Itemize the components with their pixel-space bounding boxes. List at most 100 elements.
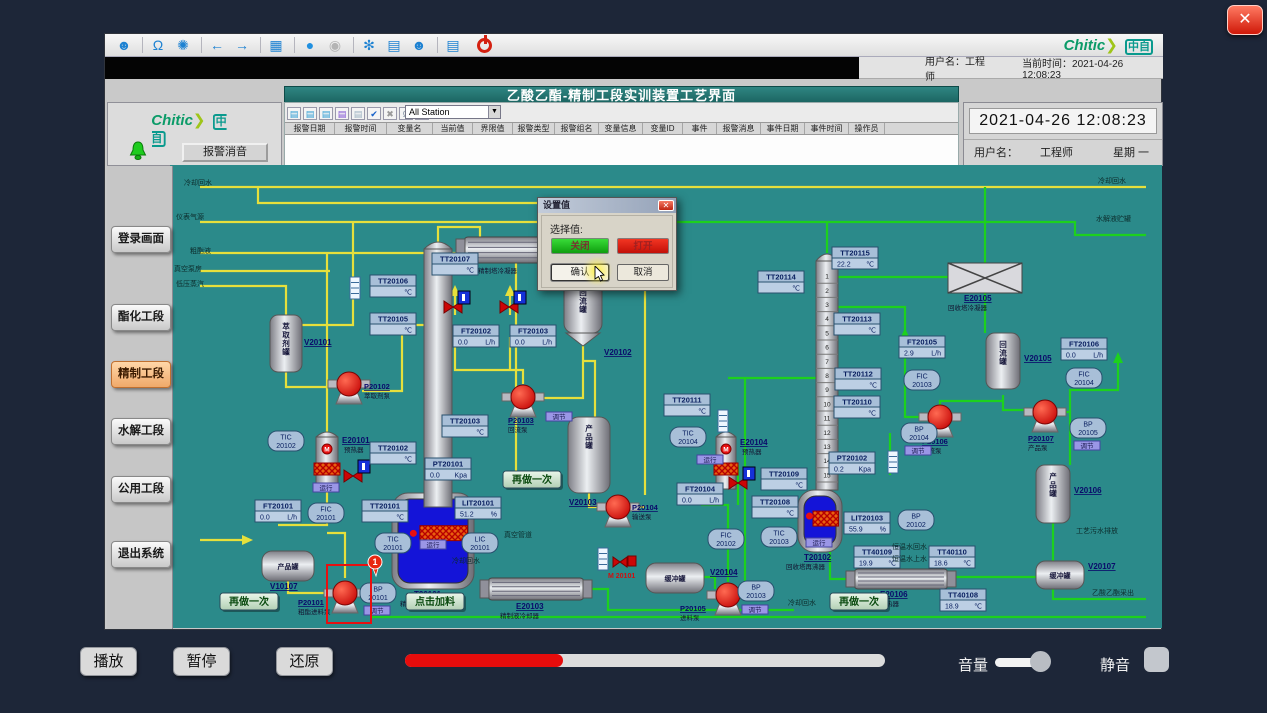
instrument-FT20104[interactable]: FT201040.0L/h: [677, 483, 723, 505]
controller-FIC20104[interactable]: FIC20104: [1066, 368, 1102, 388]
instrument-TT20101[interactable]: TT20101℃: [362, 500, 408, 522]
sidebar-item-1[interactable]: 登录画面: [111, 226, 171, 253]
instrument-TT20115[interactable]: TT2011522.2℃: [832, 247, 878, 269]
instrument-TT20108[interactable]: TT20108℃: [752, 496, 798, 518]
instrument-TT20111[interactable]: TT20111℃: [664, 394, 710, 416]
pause-button[interactable]: 暂停: [173, 647, 230, 676]
controller-LIC20101[interactable]: LIC20101: [462, 533, 498, 553]
diagram-button-4[interactable]: 再做一次: [830, 593, 890, 612]
instrument-TT20107[interactable]: TT20107℃: [432, 253, 478, 275]
operator-icon[interactable]: ☻: [408, 36, 430, 54]
controller-FIC20102[interactable]: FIC20102: [708, 529, 744, 549]
diagram-button-3[interactable]: 再做一次: [503, 471, 563, 490]
settings-icon[interactable]: ✻: [358, 36, 380, 54]
instrument-LIT20101[interactable]: LIT2010151.2%: [455, 497, 501, 519]
alarm-page-icon-5[interactable]: ▤: [351, 107, 365, 120]
status-box[interactable]: 调节: [364, 606, 390, 615]
alarm-column-8[interactable]: 变量ID: [643, 123, 683, 134]
close-value-button[interactable]: 关闭: [551, 238, 609, 254]
status-box[interactable]: 运行: [697, 455, 723, 464]
alarm-column-2[interactable]: 变量名: [387, 123, 433, 134]
instrument-FT20101[interactable]: FT201010.0L/h: [255, 500, 301, 522]
controller-BP20101[interactable]: BP20101: [360, 583, 396, 603]
alarm-column-7[interactable]: 变量信息: [599, 123, 643, 134]
alarm-column-4[interactable]: 界限值: [473, 123, 513, 134]
alarm-page-icon-4[interactable]: ▤: [335, 107, 349, 120]
station-dropdown[interactable]: All Station ▼: [405, 105, 501, 119]
alarm-page-icon-3[interactable]: ▤: [319, 107, 333, 120]
controller-TIC20101[interactable]: TIC20101: [375, 533, 411, 553]
info-icon[interactable]: ◉: [324, 36, 346, 54]
status-box[interactable]: 调节: [546, 412, 572, 421]
status-box[interactable]: 调节: [1074, 441, 1100, 450]
instrument-LIT20103[interactable]: LIT2010355.9%: [844, 512, 890, 534]
alarm-column-13[interactable]: 操作员: [849, 123, 885, 134]
status-box[interactable]: 运行: [313, 483, 339, 492]
sidebar-item-6[interactable]: 退出系统: [111, 541, 171, 568]
stop-icon[interactable]: ●: [299, 36, 321, 54]
volume-slider-thumb[interactable]: [1030, 651, 1051, 672]
diagram-button-2[interactable]: 点击加料: [406, 593, 466, 612]
chart-icon[interactable]: ▦: [265, 36, 287, 54]
instrument-FT20103[interactable]: FT201030.0L/h: [510, 325, 556, 347]
instrument-TT20109[interactable]: TT20109℃: [761, 468, 807, 490]
instrument-TT20110[interactable]: TT20110℃: [834, 396, 880, 418]
status-box[interactable]: 调节: [742, 605, 768, 614]
power-icon[interactable]: [477, 38, 492, 53]
alarm-column-1[interactable]: 报警时间: [335, 123, 387, 134]
instrument-PT20102[interactable]: PT201020.2Kpa: [829, 452, 875, 474]
controller-FIC20103[interactable]: FIC20103: [904, 370, 940, 390]
alarm-column-10[interactable]: 报警消息: [717, 123, 761, 134]
forward-icon[interactable]: →: [231, 36, 253, 54]
instrument-TT20106[interactable]: TT20106℃: [370, 275, 416, 297]
controller-BP20105[interactable]: BP20105: [1070, 418, 1106, 438]
instrument-TT40110[interactable]: TT4011018.6℃: [929, 546, 975, 568]
sidebar-item-2[interactable]: 酯化工段: [111, 304, 171, 331]
controller-BP20104[interactable]: BP20104: [901, 423, 937, 443]
sidebar-item-4[interactable]: 水解工段: [111, 418, 171, 445]
alarm-column-5[interactable]: 报警类型: [513, 123, 555, 134]
controller-BP20103[interactable]: BP20103: [738, 581, 774, 601]
instrument-FT20105[interactable]: FT201052.9L/h: [899, 336, 945, 358]
instrument-TT20114[interactable]: TT20114℃: [758, 271, 804, 293]
user-icon[interactable]: ☻: [113, 36, 135, 54]
open-value-button[interactable]: 打开: [617, 238, 669, 254]
mute-checkbox[interactable]: [1144, 647, 1169, 672]
dialog-close-icon[interactable]: ✕: [658, 200, 674, 211]
status-box[interactable]: 运行: [420, 540, 446, 549]
alarm-column-3[interactable]: 当前值: [433, 123, 473, 134]
play-button[interactable]: 播放: [80, 647, 137, 676]
controller-TIC20104[interactable]: TIC20104: [670, 427, 706, 447]
chevron-down-icon[interactable]: ▼: [488, 106, 500, 118]
status-box[interactable]: 调节: [905, 446, 931, 455]
instrument-FT20106[interactable]: FT201060.0L/h: [1061, 338, 1107, 360]
alarm-column-9[interactable]: 事件: [683, 123, 717, 134]
alarm-column-6[interactable]: 报警组名: [555, 123, 599, 134]
document-icon[interactable]: ▤: [442, 36, 464, 54]
alarm-check-icon[interactable]: ✔: [367, 107, 381, 120]
instrument-FT20102[interactable]: FT201020.0L/h: [453, 325, 499, 347]
alarm-column-12[interactable]: 事件时间: [805, 123, 849, 134]
instrument-TT20112[interactable]: TT20112℃: [835, 368, 881, 390]
status-box[interactable]: 运行: [806, 538, 832, 547]
controller-BP20102[interactable]: BP20102: [898, 510, 934, 530]
back-icon[interactable]: ←: [206, 36, 228, 54]
instrument-PT20101[interactable]: PT201010.0Kpa: [425, 458, 471, 480]
report-icon[interactable]: ▤: [383, 36, 405, 54]
alarm-mute-button[interactable]: 报警消音: [182, 143, 268, 162]
alarm-page-icon-2[interactable]: ▤: [303, 107, 317, 120]
instrument-TT40108[interactable]: TT4010818.9℃: [940, 589, 986, 611]
confirm-button[interactable]: 确认: [551, 264, 609, 281]
sidebar-item-3[interactable]: 精制工段: [111, 361, 171, 388]
alarm-column-11[interactable]: 事件日期: [761, 123, 805, 134]
diagram-button-1[interactable]: 再做一次: [220, 593, 280, 612]
progress-bar[interactable]: [405, 654, 885, 667]
controller-TIC20102[interactable]: TIC20102: [268, 431, 304, 451]
controller-FIC20101[interactable]: FIC20101: [308, 503, 344, 523]
bell-icon[interactable]: Ω: [147, 36, 169, 54]
alarm-cross-icon[interactable]: ✖: [383, 107, 397, 120]
instrument-TT20113[interactable]: TT20113℃: [834, 313, 880, 335]
cancel-button[interactable]: 取消: [617, 264, 669, 281]
alarm-lamp-icon[interactable]: ✺: [172, 36, 194, 54]
alarm-column-0[interactable]: 报警日期: [285, 123, 335, 134]
